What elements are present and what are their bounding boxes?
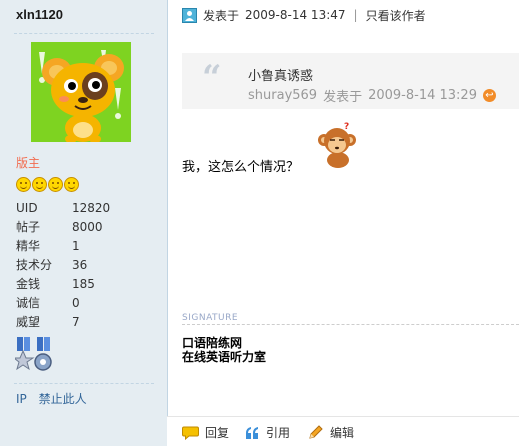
author-admin-links: IP 禁止此人 (16, 390, 95, 407)
stat-label: 威望 (16, 315, 41, 329)
quote-block: “ 小鲁真诱惑 shuray569 发表于 2009-8-14 13:29 ↩ (182, 53, 519, 109)
signature-divider (182, 324, 519, 325)
stat-row: 诚信 0 (16, 293, 156, 312)
stat-label: 金钱 (16, 277, 41, 291)
quote-mark-icon: “ (202, 58, 222, 98)
stat-label: UID (16, 200, 38, 215)
smiley-rank-icon (64, 177, 79, 192)
reply-button[interactable]: 回复 (182, 424, 229, 441)
medal-group (12, 337, 61, 373)
avatar-cartoon-icon (31, 42, 131, 142)
quote-time: 2009-8-14 13:29 (368, 88, 477, 103)
post-message: 我，这怎么个情况？ (182, 160, 300, 175)
author-role: 版主 (16, 156, 41, 170)
stat-label: 技术分 (16, 258, 53, 272)
jump-to-post-icon[interactable]: ↩ (482, 89, 496, 102)
signature-label: SIGNATURE (182, 313, 243, 323)
quote-icon (246, 426, 258, 439)
stat-label: 精华 (16, 239, 41, 253)
author-stats-table: UID 12820 帖子 8000 精华 1 技术分 36 金钱 185 诚信 0 威望 7 (16, 198, 156, 331)
stat-value: 1 (72, 238, 80, 253)
quote-button[interactable]: 引用 (245, 424, 290, 441)
post-header: 发表于 2009-8-14 13:47 | 只看该作者 (182, 5, 426, 25)
stat-row: 精华 1 (16, 236, 156, 255)
monkey-emoticon-icon: ? (316, 120, 360, 168)
svg-text:?: ? (344, 122, 349, 132)
ip-link[interactable]: IP (16, 392, 27, 406)
stat-row: 帖子 8000 (16, 217, 156, 236)
posted-time: 2009-8-14 13:47 (245, 8, 346, 22)
post-actions-bar: 回复 引用 编辑 (167, 416, 519, 447)
edit-button[interactable]: 编辑 (308, 424, 354, 441)
stat-value: 36 (72, 257, 88, 272)
stat-row: 金钱 185 (16, 274, 156, 293)
quote-meta: shuray569 发表于 2009-8-14 13:29 ↩ (248, 86, 496, 105)
view-author-only-link[interactable]: 只看该作者 (366, 7, 426, 24)
rank-stars (16, 177, 79, 193)
smiley-rank-icon (16, 177, 31, 192)
signature-link[interactable]: 口语陪练网 (182, 336, 266, 350)
signature-link[interactable]: 在线英语听力室 (182, 350, 266, 364)
posted-prefix: 发表于 (203, 8, 240, 23)
stat-row: UID 12820 (16, 198, 156, 217)
smiley-rank-icon (48, 177, 63, 192)
quote-text: 小鲁真诱惑 (248, 69, 314, 84)
sidebar-divider (14, 383, 154, 384)
smiley-rank-icon (32, 177, 47, 192)
medal-icon[interactable] (12, 337, 61, 373)
ban-user-link[interactable]: 禁止此人 (39, 392, 87, 406)
sidebar-divider (14, 33, 154, 34)
stat-row: 技术分 36 (16, 255, 156, 274)
reply-icon (182, 426, 199, 440)
avatar[interactable] (31, 42, 131, 142)
stat-value: 7 (72, 314, 80, 329)
online-status-icon (182, 7, 197, 23)
signature-block: 口语陪练网 在线英语听力室 (182, 336, 266, 364)
stat-value: 8000 (72, 219, 103, 234)
quote-author: shuray569 (248, 88, 318, 103)
reply-label: 回复 (205, 426, 230, 440)
pencil-icon (309, 425, 323, 439)
header-separator: | (353, 8, 358, 22)
author-username[interactable]: xln1120 (16, 7, 63, 22)
stat-value: 185 (72, 276, 95, 291)
edit-label: 编辑 (330, 426, 355, 440)
author-sidebar: xln1120 版主 UID 12820 帖子 8000 精华 1 技术分 36… (0, 0, 168, 446)
stat-label: 帖子 (16, 220, 41, 234)
stat-value: 0 (72, 295, 80, 310)
quote-label: 引用 (266, 426, 291, 440)
stat-label: 诚信 (16, 296, 41, 310)
stat-row: 威望 7 (16, 312, 156, 331)
stat-value: 12820 (72, 200, 111, 215)
quote-posted-prefix: 发表于 (323, 90, 363, 105)
